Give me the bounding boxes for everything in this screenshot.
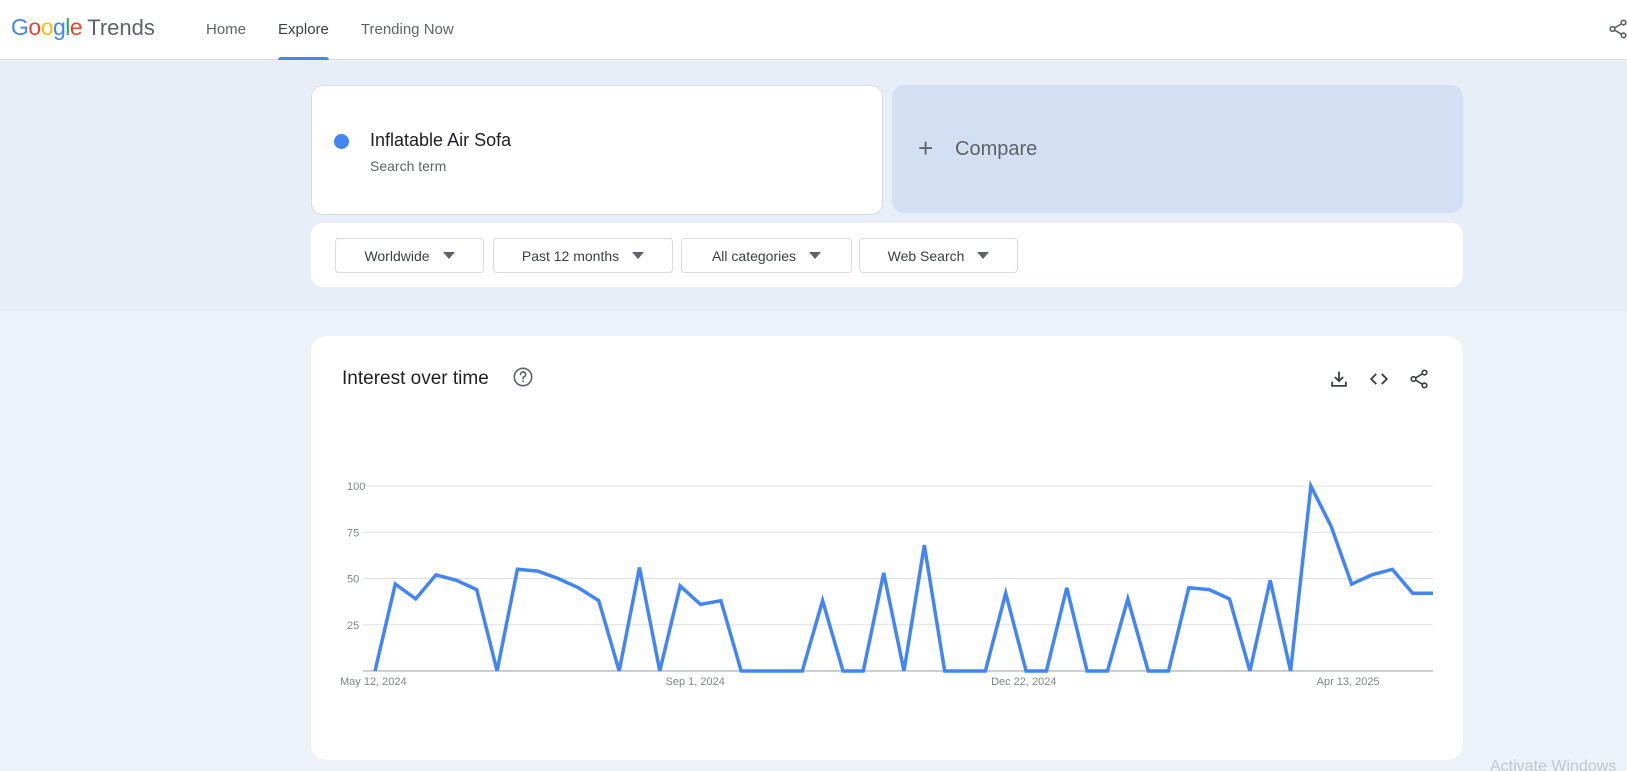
dropdown-caret-icon xyxy=(442,252,455,259)
search-term-card[interactable]: Inflatable Air Sofa Search term xyxy=(311,85,883,215)
google-trends-logo[interactable]: Google Trends xyxy=(11,14,155,46)
interest-over-time-card: Interest over time 25 50 75 100 May 12, 2024… xyxy=(311,336,1463,760)
top-app-bar: Google Trends Home Explore Trending Now xyxy=(0,0,1627,60)
x-tick-label: Apr 13, 2025 xyxy=(1317,676,1380,688)
y-tick-label: 50 xyxy=(347,574,359,586)
compare-button[interactable]: + Compare xyxy=(892,85,1463,213)
region-filter-label: Worldwide xyxy=(364,247,430,264)
y-tick-label: 100 xyxy=(347,481,365,493)
nav-trending-now[interactable]: Trending Now xyxy=(345,0,470,60)
logo-google-text: Google xyxy=(11,14,83,40)
y-tick-label: 25 xyxy=(347,620,359,632)
filter-bar: Worldwide Past 12 months All categories … xyxy=(311,223,1463,287)
region-filter-dropdown[interactable]: Worldwide xyxy=(335,238,484,273)
activation-watermark: Activate Windows xyxy=(1490,758,1617,771)
series-color-dot xyxy=(334,134,349,149)
y-tick-label: 75 xyxy=(347,527,359,539)
add-icon: + xyxy=(918,133,934,163)
nav-explore[interactable]: Explore xyxy=(262,0,345,60)
x-tick-label: Dec 22, 2024 xyxy=(991,676,1056,688)
search-type-filter-dropdown[interactable]: Web Search xyxy=(859,238,1018,273)
interest-over-time-chart[interactable]: 25 50 75 100 May 12, 2024 Sep 1, 2024 Dec 22, … xyxy=(311,336,1463,760)
dropdown-caret-icon xyxy=(632,252,645,259)
time-range-filter-dropdown[interactable]: Past 12 months xyxy=(493,238,673,273)
share-icon[interactable] xyxy=(1607,18,1627,40)
category-filter-dropdown[interactable]: All categories xyxy=(681,238,852,273)
search-type-filter-label: Web Search xyxy=(887,247,965,264)
logo-trends-text: Trends xyxy=(87,15,155,40)
search-term-subtitle: Search term xyxy=(370,158,447,174)
search-term-name[interactable]: Inflatable Air Sofa xyxy=(370,130,511,151)
dropdown-caret-icon xyxy=(809,252,822,259)
main-nav: Home Explore Trending Now xyxy=(190,0,470,60)
x-tick-label: May 12, 2024 xyxy=(340,676,407,688)
compare-label: Compare xyxy=(955,138,1038,160)
x-tick-label: Sep 1, 2024 xyxy=(666,676,725,688)
category-filter-label: All categories xyxy=(711,247,797,264)
dropdown-caret-icon xyxy=(977,252,990,259)
nav-home[interactable]: Home xyxy=(190,0,262,60)
time-range-filter-label: Past 12 months xyxy=(521,247,620,264)
